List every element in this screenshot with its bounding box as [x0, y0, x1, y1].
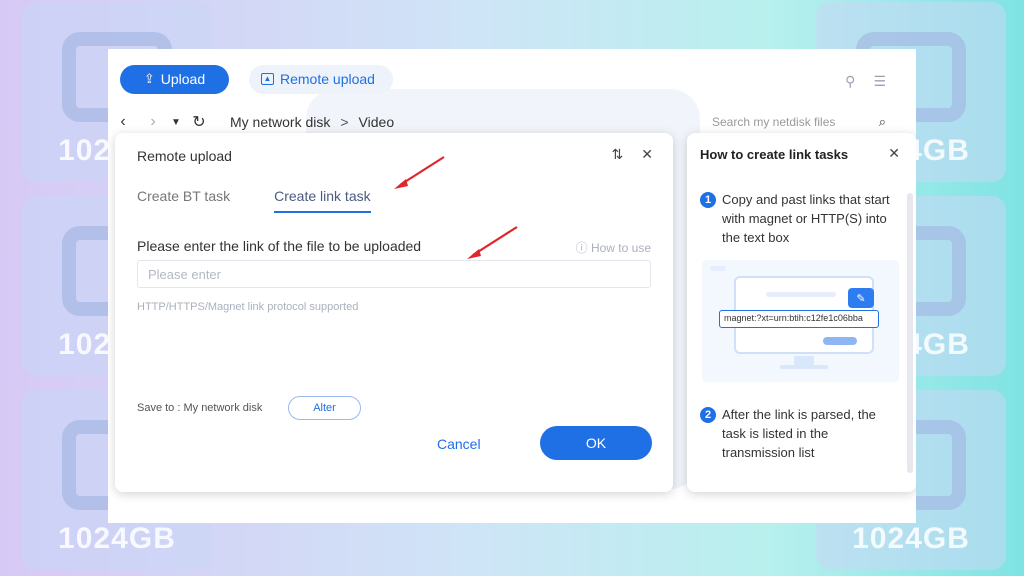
remote-upload-dialog: Remote upload ⇅ ✕ Create BT task Create …	[115, 133, 673, 492]
ok-button[interactable]: OK	[540, 426, 652, 460]
remote-upload-label: Remote upload	[280, 71, 375, 87]
link-field-label: Please enter the link of the file to be …	[137, 238, 422, 254]
background-tile-text: 1024GB	[852, 522, 970, 555]
how-to-use-link[interactable]: ⓘ How to use	[576, 239, 651, 256]
how-to-use-label: How to use	[590, 241, 651, 255]
annotation-arrow	[394, 156, 445, 189]
background-tile-text: 1024GB	[58, 522, 176, 555]
help-title: How to create link tasks	[700, 147, 849, 162]
step-text: Copy and past links that start with magn…	[722, 192, 890, 245]
step-text: After the link is parsed, the task is li…	[722, 407, 876, 460]
step-number: 1	[700, 192, 716, 208]
dialog-controls: ⇅ ✕	[612, 146, 653, 163]
history-dropdown-icon[interactable]: ▼	[168, 117, 184, 128]
close-icon[interactable]: ✕	[888, 145, 900, 162]
dialog-title: Remote upload	[137, 148, 232, 164]
edit-icon: ✎	[848, 288, 874, 308]
navigation-bar: ‹ › ▼ ↻ My network disk > Video Search m…	[108, 109, 916, 135]
toolbar: ⇪ Upload ▲ Remote upload	[120, 64, 393, 94]
help-panel: How to create link tasks ✕ 1 Copy and pa…	[687, 133, 916, 492]
chevron-right-icon[interactable]: ›	[138, 113, 168, 131]
search-icon[interactable]: ⌕	[879, 114, 886, 130]
app-window: 1024GB ⇪ Upload ▲ Remote upload ⚲ ☰ ‹ › …	[108, 49, 916, 523]
task-tabs: Create BT task Create link task	[137, 188, 371, 213]
breadcrumb-separator: >	[340, 114, 349, 130]
link-input[interactable]	[137, 260, 651, 288]
remote-upload-button[interactable]: ▲ Remote upload	[249, 64, 393, 94]
remote-upload-icon: ▲	[261, 73, 274, 85]
top-right-icons: ⚲ ☰	[845, 73, 886, 90]
search-input[interactable]: Search my netdisk files ⌕	[704, 109, 894, 135]
alter-button[interactable]: Alter	[288, 396, 361, 420]
refresh-icon[interactable]: ↻	[184, 112, 214, 132]
search-placeholder: Search my netdisk files	[712, 115, 836, 129]
question-circle-icon: ⓘ	[575, 241, 588, 255]
chevron-left-icon[interactable]: ‹	[108, 113, 138, 131]
cancel-button[interactable]: Cancel	[437, 436, 481, 452]
upload-icon: ⇪	[143, 71, 155, 86]
tab-create-bt-task[interactable]: Create BT task	[137, 188, 230, 213]
annotation-arrow	[467, 226, 518, 259]
help-step: 2 After the link is parsed, the task is …	[700, 405, 900, 462]
tab-create-link-task[interactable]: Create link task	[274, 188, 371, 213]
help-scrollbar[interactable]	[907, 193, 913, 473]
filter-icon[interactable]: ⚲	[845, 73, 855, 90]
link-illustration: ✎ magnet:?xt=urn:btih:c12fe1c06bba	[702, 260, 899, 382]
protocol-hint: HTTP/HTTPS/Magnet link protocol supporte…	[137, 301, 359, 313]
upload-button[interactable]: ⇪ Upload	[120, 64, 229, 94]
list-view-icon[interactable]: ☰	[873, 73, 886, 90]
breadcrumb-item[interactable]: My network disk	[230, 114, 330, 130]
upload-label: Upload	[160, 71, 206, 87]
sort-icon[interactable]: ⇅	[612, 146, 624, 163]
help-step: 1 Copy and past links that start with ma…	[700, 190, 900, 247]
save-to-path: Save to : My network disk	[137, 402, 263, 414]
illustration-link: magnet:?xt=urn:btih:c12fe1c06bba	[719, 310, 879, 328]
step-number: 2	[700, 407, 716, 423]
close-icon[interactable]: ✕	[641, 146, 653, 163]
breadcrumb-item[interactable]: Video	[359, 114, 395, 130]
